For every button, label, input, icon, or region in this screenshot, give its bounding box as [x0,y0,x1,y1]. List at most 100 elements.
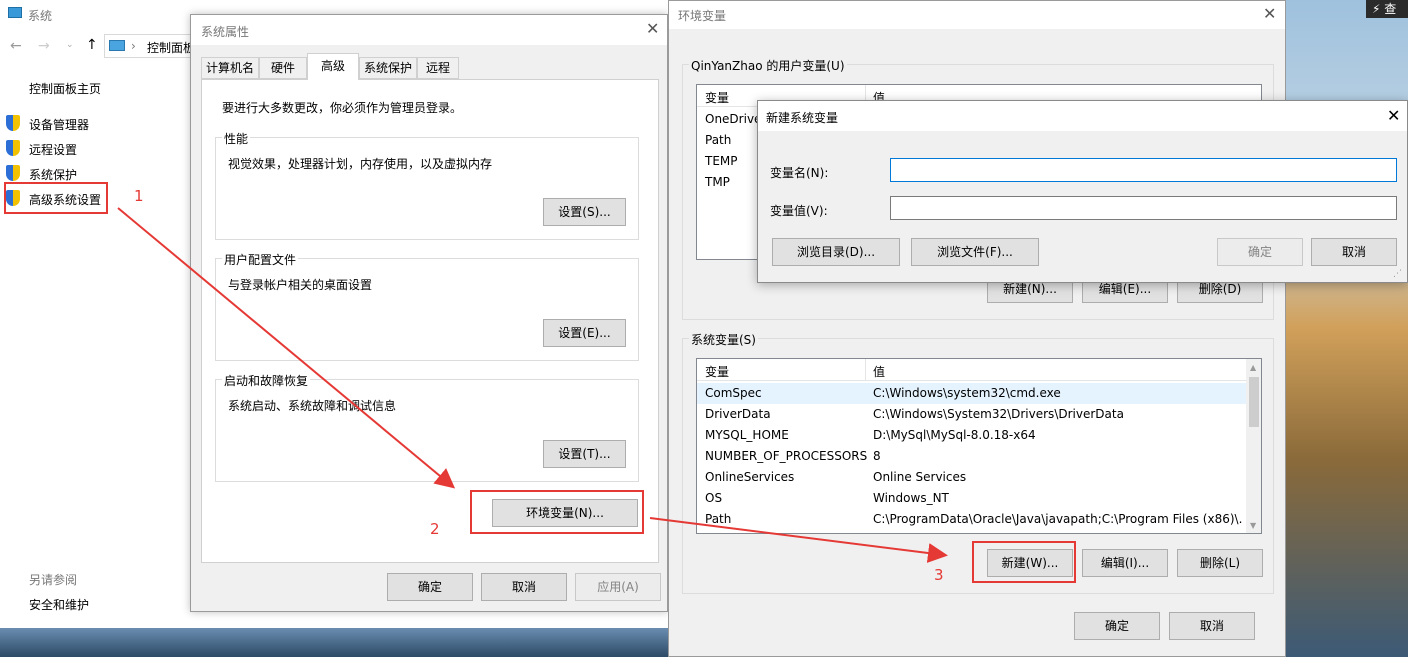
col-value-header[interactable]: 值 [873,363,885,380]
startup-recovery-settings-button[interactable]: 设置(T)... [543,440,626,468]
table-row[interactable]: MYSQL_HOME D:\MySql\MySql-8.0.18-x64 [697,425,1261,446]
shield-icon [6,165,20,181]
col-variable-header[interactable]: 变量 [705,89,729,106]
table-row[interactable]: Path C:\ProgramData\Oracle\Java\javapath;… [697,509,1261,530]
address-text: 控制面板 [147,41,196,55]
user-profiles-title: 用户配置文件 [222,251,299,268]
performance-desc: 视觉效果，处理器计划，内存使用，以及虚拟内存 [228,157,493,171]
table-row[interactable]: OnlineServices Online Services [697,467,1261,488]
forward-arrow-icon[interactable]: → [38,38,50,54]
startup-recovery-group: 启动和故障恢复 系统启动、系统故障和调试信息 设置(T)... [215,372,639,482]
table-row[interactable]: OS Windows_NT [697,488,1261,509]
var-name: MYSQL_HOME [705,428,789,442]
variable-name-input[interactable] [890,158,1397,182]
close-icon[interactable]: ✕ [646,21,659,37]
sys-list-header: 变量 值 [697,359,1261,381]
var-name: DriverData [705,407,771,421]
user-profiles-settings-button[interactable]: 设置(E)... [543,319,626,347]
tab-remote[interactable]: 远程 [417,57,459,79]
system-variables-title: 系统变量(S) [689,331,758,348]
up-arrow-icon[interactable]: ↑ [86,37,98,53]
security-maintenance-link[interactable]: 安全和维护 [29,596,89,613]
user-profiles-group: 用户配置文件 与登录帐户相关的桌面设置 设置(E)... [215,251,639,361]
var-name: TMP [705,175,730,189]
dialog-titlebar[interactable]: 系统属性 ✕ [191,15,667,45]
nav-label: 远程设置 [29,143,78,157]
computer-icon [109,40,125,51]
close-icon[interactable]: ✕ [1387,108,1400,124]
nav-label: 系统保护 [29,168,78,182]
newvar-title: 新建系统变量 [766,111,839,125]
see-also-title: 另请参阅 [29,573,78,587]
table-row[interactable]: DriverData C:\Windows\System32\Drivers\Dr… [697,404,1261,425]
env-ok-button[interactable]: 确定 [1074,612,1160,640]
table-row[interactable]: ComSpec C:\Windows\system32\cmd.exe [697,383,1247,404]
shield-icon [6,115,20,131]
corner-text: 查 [1384,2,1397,16]
step-2-label: 2 [430,520,440,538]
tab-hardware[interactable]: 硬件 [259,57,307,79]
corner-badge[interactable]: ⚡ 查 [1366,0,1408,18]
var-name: TEMP [705,154,738,168]
var-value: C:\ProgramData\Oracle\Java\javapath;C:\P… [873,512,1243,526]
col-divider [865,359,866,381]
startup-recovery-desc: 系统启动、系统故障和调试信息 [228,399,397,413]
scroll-down-icon[interactable]: ▼ [1250,521,1256,530]
performance-settings-button[interactable]: 设置(S)... [543,198,626,226]
table-row[interactable]: NUMBER_OF_PROCESSORS 8 [697,446,1261,467]
var-value: D:\MySql\MySql-8.0.18-x64 [873,428,1036,442]
scroll-thumb[interactable] [1249,377,1259,427]
var-name: NUMBER_OF_PROCESSORS [705,449,868,463]
nav-label: 设备管理器 [29,118,90,132]
user-variables-title: QinYanZhao 的用户变量(U) [689,57,847,74]
tab-computer-name[interactable]: 计算机名 [201,57,259,79]
desktop-background-right [1286,0,1408,657]
newvar-ok-button[interactable]: 确定 [1217,238,1303,266]
system-edit-button[interactable]: 编辑(I)... [1082,549,1168,577]
history-dropdown-icon[interactable]: ⌄ [66,40,74,50]
new-system-variable-dialog: 新建系统变量 ✕ 变量名(N): 变量值(V): 浏览目录(D)... 浏览文件… [757,100,1408,283]
breadcrumb-sep-icon: › [131,39,136,53]
env-cancel-button[interactable]: 取消 [1169,612,1255,640]
env-titlebar[interactable]: 环境变量 ✕ [669,1,1285,29]
system-window-title: 系统 [28,9,53,23]
back-arrow-icon[interactable]: ← [10,38,22,54]
nav-system-protection[interactable]: 系统保护 [6,165,196,183]
address-bar[interactable]: › 控制面板 [104,34,200,58]
tab-system-protection[interactable]: 系统保护 [359,57,417,79]
startup-recovery-title: 启动和故障恢复 [222,372,311,389]
close-icon[interactable]: ✕ [1263,6,1276,22]
browse-file-button[interactable]: 浏览文件(F)... [911,238,1039,266]
system-variables-list[interactable]: 变量 值 ComSpec C:\Windows\system32\cmd.exe … [696,358,1262,534]
newvar-titlebar[interactable]: 新建系统变量 ✕ [758,101,1407,131]
var-value: C:\Windows\System32\Drivers\DriverData [873,407,1124,421]
user-profiles-desc: 与登录帐户相关的桌面设置 [228,278,373,292]
resize-grip-icon[interactable]: ⋰ [1393,269,1402,279]
nav-remote-settings[interactable]: 远程设置 [6,140,196,158]
vertical-scrollbar[interactable]: ▲ ▼ [1246,359,1261,533]
scroll-up-icon[interactable]: ▲ [1250,363,1256,372]
browse-directory-button[interactable]: 浏览目录(D)... [772,238,900,266]
tab-advanced[interactable]: 高级 [307,53,359,80]
highlight-system-new-button [972,541,1076,583]
var-name: OneDrive [705,112,762,126]
nav-device-manager[interactable]: 设备管理器 [6,115,196,133]
col-variable-header[interactable]: 变量 [705,363,729,380]
dialog-title: 系统属性 [201,25,250,39]
env-title: 环境变量 [678,9,727,23]
var-name: Path [705,512,732,526]
step-3-label: 3 [934,566,944,584]
variable-value-input[interactable] [890,196,1397,220]
newvar-cancel-button[interactable]: 取消 [1311,238,1397,266]
var-name: OS [705,491,723,505]
sysprops-apply-button[interactable]: 应用(A) [575,573,661,601]
var-value: 8 [873,449,881,463]
sysprops-ok-button[interactable]: 确定 [387,573,473,601]
control-panel-home-link[interactable]: 控制面板主页 [29,80,101,97]
system-window: 系统 ← → ⌄ ↑ › 控制面板 控制面板主页 设备管理器 远程设置 系统保护… [0,0,200,628]
admin-note: 要进行大多数更改，你必须作为管理员登录。 [222,101,463,115]
var-value: Windows_NT [873,491,949,505]
system-delete-button[interactable]: 删除(L) [1177,549,1263,577]
var-name: ComSpec [705,386,762,400]
sysprops-cancel-button[interactable]: 取消 [481,573,567,601]
